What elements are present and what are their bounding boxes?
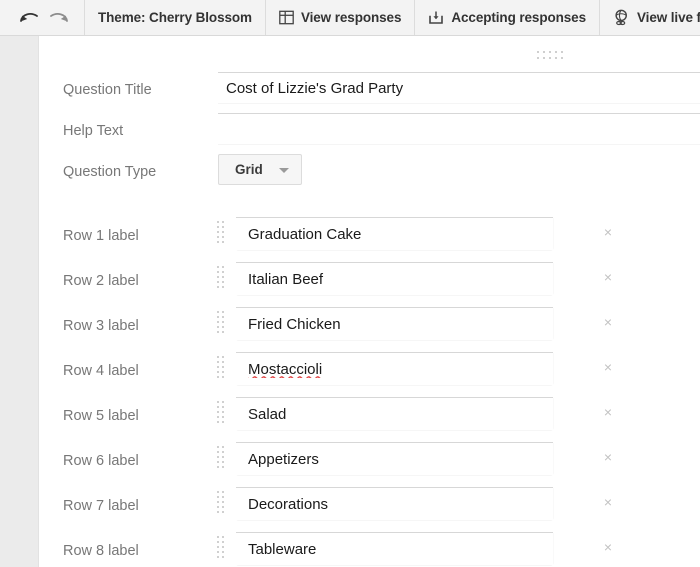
question-type-value: Grid <box>235 162 263 177</box>
help-text-label: Help Text <box>63 123 124 139</box>
grid-row-item: Row 5 label × <box>39 397 700 442</box>
grid-row-input[interactable] <box>236 487 553 520</box>
grid-row-label: Row 7 label <box>63 498 139 514</box>
question-type-select[interactable]: Grid <box>218 154 302 185</box>
grid-row-input[interactable] <box>236 532 553 565</box>
view-live-form-label: View live form <box>637 10 700 25</box>
row-drag-grip-icon[interactable] <box>217 311 225 335</box>
remove-row-icon[interactable]: × <box>599 358 617 376</box>
remove-row-icon[interactable]: × <box>599 223 617 241</box>
row-drag-grip-icon[interactable] <box>217 266 225 290</box>
grid-row-label: Row 8 label <box>63 543 139 559</box>
grid-row-item: Row 3 label × <box>39 307 700 352</box>
grid-row-item: Row 2 label × <box>39 262 700 307</box>
grid-row-label: Row 6 label <box>63 453 139 469</box>
grid-row-label: Row 4 label <box>63 363 139 379</box>
grid-row-input[interactable] <box>236 217 553 250</box>
row-drag-grip-icon[interactable] <box>217 401 225 425</box>
row-drag-grip-icon[interactable] <box>217 536 225 560</box>
accepting-responses-button[interactable]: Accepting responses <box>414 0 599 35</box>
undo-arrow-icon[interactable] <box>14 5 44 31</box>
help-text-field: Help Text <box>39 113 700 155</box>
form-editor-window: Theme: Cherry Blossom View responses Acc… <box>0 0 700 567</box>
grid-row-input[interactable] <box>236 307 553 340</box>
question-type-label: Question Type <box>63 164 157 180</box>
grid-row-input[interactable] <box>236 397 553 430</box>
grid-table-icon <box>279 10 294 25</box>
card-drag-grip-icon[interactable] <box>537 51 565 62</box>
accepting-responses-label: Accepting responses <box>451 10 587 25</box>
row-drag-grip-icon[interactable] <box>217 446 225 470</box>
question-title-field: Question Title <box>39 72 700 114</box>
editor-page-background: Question Title Help Text Question Type G… <box>0 36 700 567</box>
inbox-tray-icon <box>428 10 444 26</box>
remove-row-icon[interactable]: × <box>599 268 617 286</box>
grid-row-label: Row 3 label <box>63 318 139 334</box>
undo-redo-group <box>0 0 84 35</box>
grid-row-label: Row 5 label <box>63 408 139 424</box>
view-responses-button[interactable]: View responses <box>264 0 414 35</box>
question-card: Question Title Help Text Question Type G… <box>38 36 700 567</box>
grid-row-input[interactable] <box>236 352 553 385</box>
remove-row-icon[interactable]: × <box>599 448 617 466</box>
grid-row-label: Row 2 label <box>63 273 139 289</box>
view-responses-label: View responses <box>300 10 402 25</box>
grid-row-item: Row 7 label × <box>39 487 700 532</box>
globe-link-icon <box>613 9 630 26</box>
remove-row-icon[interactable]: × <box>599 538 617 556</box>
theme-button[interactable]: Theme: Cherry Blossom <box>84 0 265 35</box>
grid-row-item: Row 4 label × <box>39 352 700 397</box>
row-drag-grip-icon[interactable] <box>217 491 225 515</box>
grid-row-item: Row 8 label × <box>39 532 700 567</box>
chevron-down-icon <box>279 168 289 173</box>
row-drag-grip-icon[interactable] <box>217 221 225 245</box>
question-type-field: Question Type Grid <box>39 154 700 196</box>
question-title-label: Question Title <box>63 82 152 98</box>
grid-row-input[interactable] <box>236 262 553 295</box>
view-live-form-button[interactable]: View live form <box>599 0 700 35</box>
top-toolbar: Theme: Cherry Blossom View responses Acc… <box>0 0 700 36</box>
row-drag-grip-icon[interactable] <box>217 356 225 380</box>
remove-row-icon[interactable]: × <box>599 403 617 421</box>
question-title-input[interactable] <box>218 72 700 103</box>
remove-row-icon[interactable]: × <box>599 493 617 511</box>
grid-row-item: Row 1 label × <box>39 217 700 262</box>
remove-row-icon[interactable]: × <box>599 313 617 331</box>
help-text-input[interactable] <box>218 113 700 144</box>
grid-row-input[interactable] <box>236 442 553 475</box>
grid-row-label: Row 1 label <box>63 228 139 244</box>
theme-label: Theme: Cherry Blossom <box>98 10 252 25</box>
grid-row-item: Row 6 label × <box>39 442 700 487</box>
redo-arrow-icon[interactable] <box>44 5 74 31</box>
